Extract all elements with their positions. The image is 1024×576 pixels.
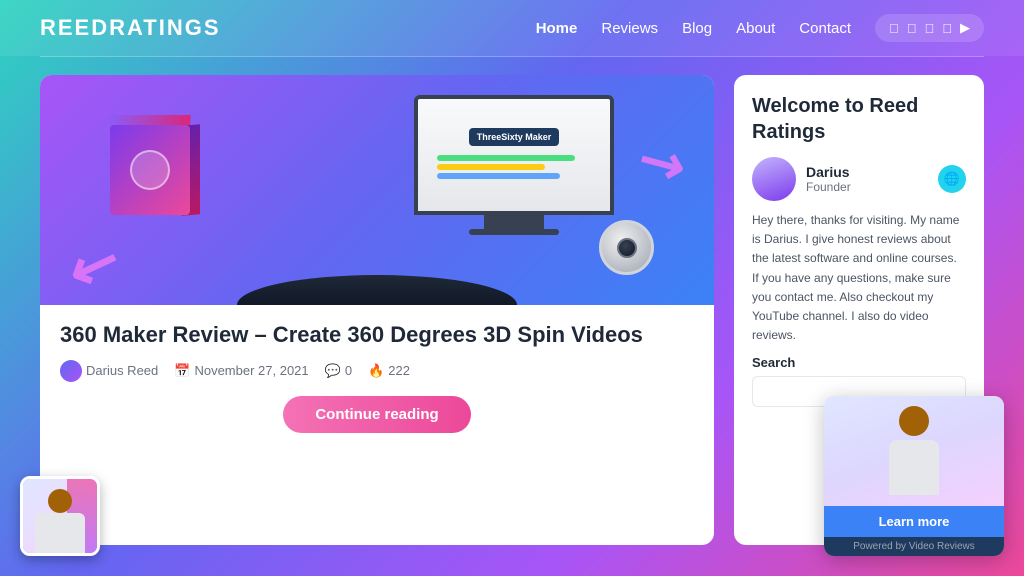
article-date: November 27, 2021 bbox=[194, 363, 308, 378]
author-meta: Darius Reed bbox=[60, 360, 158, 382]
learn-more-button[interactable]: Learn more bbox=[824, 506, 1004, 537]
comment-icon: 💬 bbox=[325, 363, 341, 379]
camera-lens bbox=[617, 238, 637, 258]
search-label: Search bbox=[752, 355, 966, 370]
person-silhouette bbox=[879, 406, 949, 496]
comments-count: 0 bbox=[345, 363, 352, 378]
welcome-title: Welcome to Reed Ratings bbox=[752, 93, 966, 145]
author-avatar bbox=[752, 157, 796, 201]
arrow-right: ↙ bbox=[627, 127, 694, 198]
youtube-icon[interactable]: ▶ bbox=[960, 20, 970, 36]
comments-meta: 💬 0 bbox=[325, 363, 352, 379]
screen-bar-2 bbox=[437, 164, 545, 170]
monitor: ThreeSixty Maker bbox=[414, 95, 614, 235]
thumb-person-body bbox=[35, 513, 85, 553]
twitter-icon[interactable]:  bbox=[907, 21, 917, 36]
video-person bbox=[824, 396, 1004, 506]
site-logo[interactable]: ReedRatings bbox=[40, 15, 221, 41]
author-info: Darius Founder bbox=[806, 164, 928, 194]
author-link-icon[interactable]: 🌐 bbox=[938, 165, 966, 193]
views-meta: 🔥 222 bbox=[368, 363, 410, 379]
floating-thumb-bg bbox=[23, 479, 97, 553]
header: ReedRatings Home Reviews Blog About Cont… bbox=[0, 0, 1024, 56]
author-row: Darius Founder 🌐 bbox=[752, 157, 966, 201]
continue-reading-button[interactable]: Continue reading bbox=[283, 396, 470, 433]
screen-bars bbox=[437, 152, 591, 182]
box-circle bbox=[130, 150, 170, 190]
main-nav: Home Reviews Blog About Contact     … bbox=[536, 14, 984, 42]
powered-by-label: Powered by Video Reviews bbox=[824, 537, 1004, 556]
video-thumbnail bbox=[824, 396, 1004, 506]
article-meta: Darius Reed 📅 November 27, 2021 💬 0 🔥 22… bbox=[60, 360, 694, 382]
video-reviews-widget: Learn more Powered by Video Reviews bbox=[824, 396, 1004, 556]
nav-contact[interactable]: Contact bbox=[799, 20, 851, 37]
monitor-screen: ThreeSixty Maker bbox=[414, 95, 614, 215]
person-head bbox=[899, 406, 929, 436]
box-front bbox=[110, 125, 190, 215]
person-body bbox=[889, 440, 939, 495]
screen-bar-3 bbox=[437, 173, 560, 179]
article-card: ThreeSixty Maker ↙ ↙ bbox=[40, 75, 714, 545]
views-icon: 🔥 bbox=[368, 363, 384, 379]
author-name-meta: Darius Reed bbox=[86, 363, 158, 378]
article-image: ThreeSixty Maker ↙ ↙ bbox=[40, 75, 714, 305]
floating-thumbnail[interactable] bbox=[20, 476, 100, 556]
nav-home[interactable]: Home bbox=[536, 20, 578, 37]
screen-bar-1 bbox=[437, 155, 575, 161]
software-badge: ThreeSixty Maker bbox=[469, 128, 560, 146]
nav-blog[interactable]: Blog bbox=[682, 20, 712, 37]
stage-platform bbox=[237, 275, 517, 305]
date-meta: 📅 November 27, 2021 bbox=[174, 363, 308, 379]
sidebar-author-name: Darius bbox=[806, 164, 928, 180]
arrow-left: ↙ bbox=[61, 228, 129, 302]
article-title: 360 Maker Review – Create 360 Degrees 3D… bbox=[60, 321, 694, 350]
avatar-inner bbox=[752, 157, 796, 201]
sidebar-description: Hey there, thanks for visiting. My name … bbox=[752, 211, 966, 345]
monitor-base bbox=[469, 229, 559, 235]
product-box bbox=[100, 115, 200, 225]
views-count: 222 bbox=[388, 363, 410, 378]
facebook-icon[interactable]:  bbox=[889, 21, 899, 36]
monitor-stand bbox=[484, 215, 544, 229]
sidebar-author-role: Founder bbox=[806, 180, 928, 194]
monitor-screen-inner: ThreeSixty Maker bbox=[418, 99, 610, 211]
calendar-icon: 📅 bbox=[174, 363, 190, 379]
nav-reviews[interactable]: Reviews bbox=[601, 20, 658, 37]
pinterest-icon[interactable]:  bbox=[925, 21, 935, 36]
tumblr-icon[interactable]:  bbox=[942, 21, 952, 36]
thumb-person-head bbox=[48, 489, 72, 513]
article-body: 360 Maker Review – Create 360 Degrees 3D… bbox=[40, 305, 714, 545]
author-avatar-small bbox=[60, 360, 82, 382]
camera-360 bbox=[599, 220, 654, 275]
nav-about[interactable]: About bbox=[736, 20, 775, 37]
social-icons-bar:     ▶ bbox=[875, 14, 984, 42]
